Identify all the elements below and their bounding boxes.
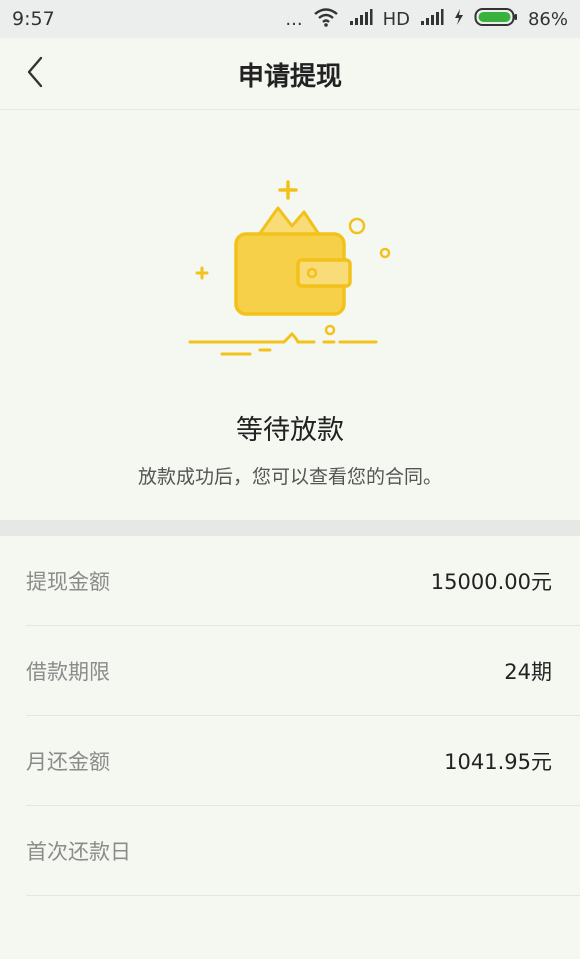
- status-hero: 等待放款 放款成功后，您可以查看您的合同。: [0, 110, 580, 520]
- hero-title: 等待放款: [236, 415, 344, 446]
- nav-header: 申请提现: [0, 38, 580, 110]
- wallet-icon: [180, 178, 400, 378]
- wifi-icon: [313, 7, 339, 32]
- status-dots: ...: [285, 8, 303, 30]
- detail-row-monthly-payment: 月还金额 1041.95元: [0, 716, 580, 806]
- network-label: HD: [382, 8, 410, 30]
- detail-value: 24期: [504, 660, 552, 684]
- page-title: 申请提现: [237, 61, 342, 92]
- detail-row-first-payment-date: 首次还款日: [0, 806, 580, 896]
- hero-subtitle: 放款成功后，您可以查看您的合同。: [137, 466, 442, 488]
- loan-details-list: 提现金额 15000.00元 借款期限 24期 月还金额 1041.95元 首次…: [0, 536, 580, 896]
- status-bar: 9:57 ... HD 86%: [0, 0, 580, 38]
- detail-value: 1041.95元: [444, 750, 552, 774]
- section-divider: [0, 520, 580, 536]
- detail-value: 15000.00元: [430, 570, 552, 594]
- signal-icon: [349, 8, 373, 31]
- detail-label: 借款期限: [26, 660, 110, 684]
- status-time: 9:57: [12, 8, 55, 30]
- detail-label: 首次还款日: [26, 840, 131, 864]
- signal-icon-2: [420, 8, 444, 31]
- charging-icon: [454, 8, 464, 31]
- battery-percent: 86%: [527, 8, 568, 30]
- detail-label: 提现金额: [26, 570, 110, 594]
- status-icons: ... HD 86%: [285, 7, 568, 32]
- battery-icon: [474, 7, 518, 32]
- detail-label: 月还金额: [26, 750, 110, 774]
- detail-row-loan-term: 借款期限 24期: [0, 626, 580, 716]
- detail-row-withdraw-amount: 提现金额 15000.00元: [0, 536, 580, 626]
